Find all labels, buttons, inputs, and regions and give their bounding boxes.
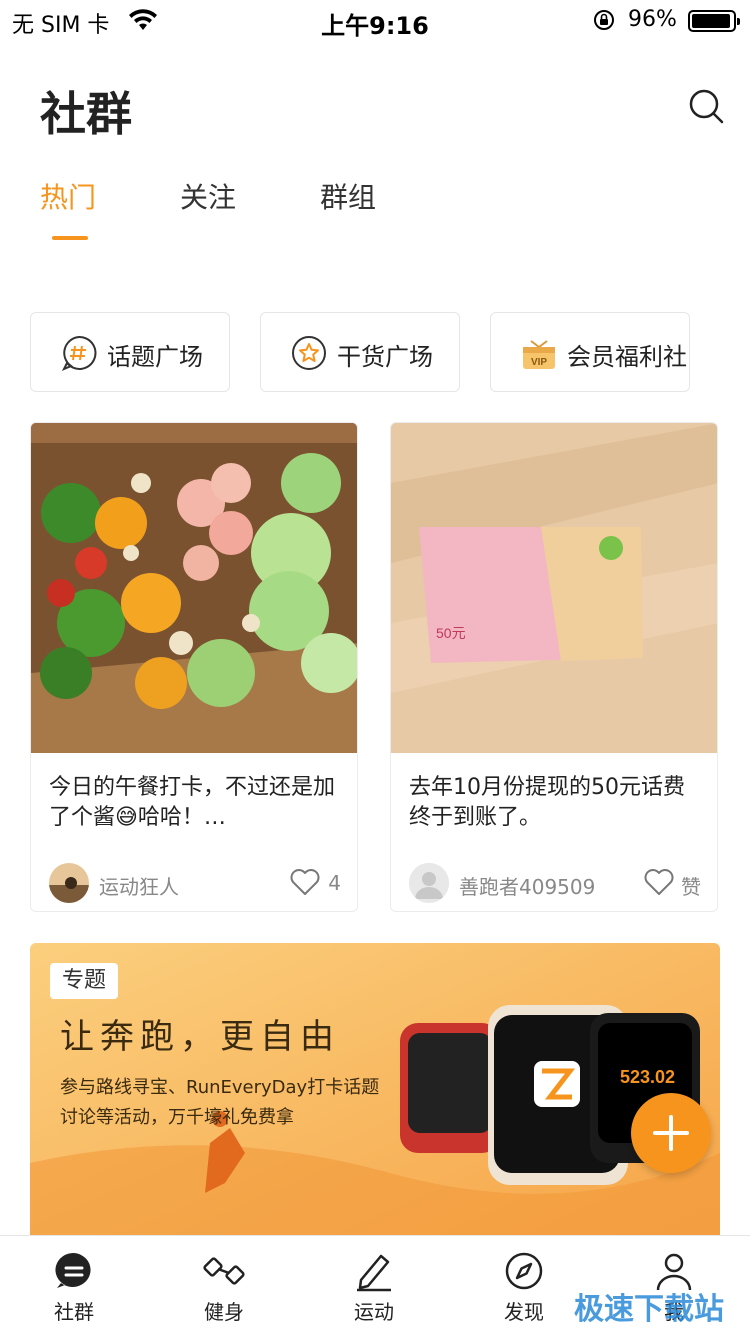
pen-icon [357,1254,391,1292]
post-card[interactable]: 今日的午餐打卡，不过还是加了个酱😅哈哈！… 运动狂人 4 [30,422,358,912]
battery-percent: 96% [628,7,677,32]
create-post-button[interactable] [631,1093,711,1173]
salad-photo [31,423,357,753]
tabbar-item-community[interactable]: 社群 [19,1250,129,1330]
banner-description: 参与路线寻宝、RunEveryDay打卡话题讨论等活动，万千壕礼免费拿 [60,1077,380,1128]
quick-link-label: 干货广场 [337,343,433,371]
tab-indicator [52,236,88,240]
topic-tag: 专题 [50,963,119,999]
chat-bubble-icon [55,1252,91,1288]
battery-fill [692,14,731,28]
star-circle-icon [292,336,326,370]
post-caption: 今日的午餐打卡，不过还是加了个酱😅哈哈！… [49,775,336,830]
svg-text:50元: 50元 [436,625,466,641]
tabbar-label: 运动 [354,1300,394,1324]
battery-icon [688,10,740,32]
svg-text:523.02: 523.02 [620,1067,675,1087]
tabbar-label: 发现 [504,1300,544,1324]
tab-following[interactable]: 关注 [180,176,236,216]
svg-text:VIP: VIP [531,357,547,368]
hashtag-bubble-icon [61,335,97,371]
plus-icon [653,1115,689,1151]
author-name[interactable]: 善跑者409509 [459,871,595,900]
tab-groups[interactable]: 群组 [320,176,376,216]
page-title: 社群 [40,87,132,141]
tabbar-item-sport[interactable]: 运动 [319,1250,429,1330]
avatar[interactable] [409,863,449,903]
avatar[interactable] [49,863,89,903]
post-card[interactable]: 50元 去年10月份提现的50元话费终于到账了。 善跑者409509 赞 [390,422,718,912]
gift-card-photo: 50元 [391,423,717,753]
tabbar-item-fitness[interactable]: 健身 [169,1250,279,1330]
tabbar-item-discover[interactable]: 发现 [469,1250,579,1330]
tabbar-label: 社群 [54,1300,94,1324]
banner-headline: 让奔跑，更自由 [60,1017,340,1057]
vip-gift-icon: VIP [523,340,555,369]
heart-icon[interactable] [643,867,675,897]
compass-icon [505,1252,543,1290]
quick-link-label: 话题广场 [107,343,203,371]
tabbar-label: 健身 [204,1300,244,1324]
tab-bar: 热门 关注 群组 [0,176,750,246]
quick-link-vip[interactable]: VIP 会员福利社 [490,312,690,392]
search-icon[interactable] [686,86,726,126]
heart-icon[interactable] [289,867,321,897]
post-caption: 去年10月份提现的50元话费终于到账了。 [409,775,685,830]
like-count: 4 [328,871,341,895]
watermark-text: 极速下载站 [574,1292,724,1327]
quick-link-topics[interactable]: 话题广场 [30,312,230,392]
tab-hot[interactable]: 热门 [40,176,96,216]
status-bar: 无 SIM 卡 上午9:16 96% [0,0,750,40]
quick-link-label: 会员福利社 [567,343,687,371]
author-name[interactable]: 运动狂人 [99,871,179,900]
rotation-lock-icon [594,10,614,30]
quick-link-tips[interactable]: 干货广场 [260,312,460,392]
dumbbell-icon [203,1257,245,1285]
like-label[interactable]: 赞 [681,871,701,900]
topic-banner[interactable]: 523.02 专题 让奔跑，更自由 参与路线寻宝、RunEveryDay打卡话题… [30,943,720,1243]
